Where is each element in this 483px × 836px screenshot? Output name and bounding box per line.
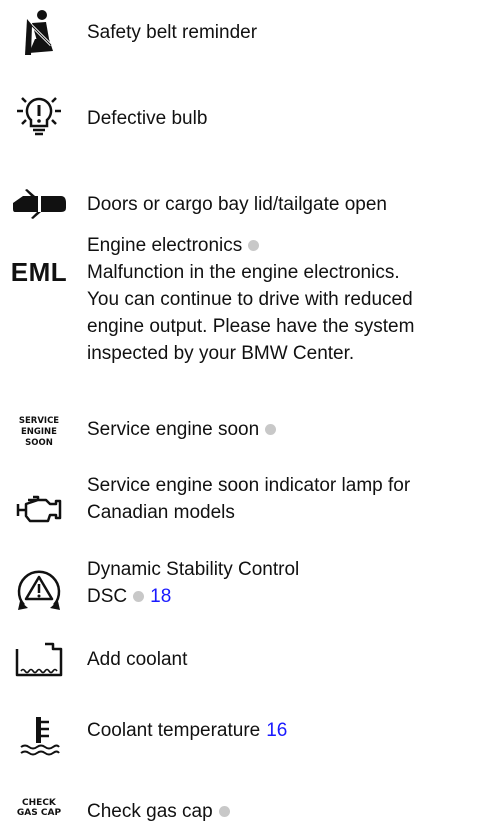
entry-title: Defective bulb (87, 108, 208, 129)
page-ref-link[interactable]: 16 (266, 720, 287, 741)
entry-text: Check gas cap (87, 798, 481, 825)
eml-icon: EML (10, 256, 68, 287)
info-dot (265, 424, 277, 435)
entry-text: Service engine soon indicator lamp for C… (87, 472, 481, 526)
entry-title: Dynamic Stability Control (87, 559, 300, 580)
coolant-temperature-icon (4, 708, 74, 764)
dsc-warning-icon (4, 562, 74, 618)
entry-text: Coolant temperature 16 (87, 717, 481, 744)
entry-title: Coolant temperature (87, 720, 261, 741)
entry-title: Service engine soon (87, 419, 260, 440)
door-open-icon (4, 176, 74, 232)
info-dot (248, 240, 260, 251)
entry-subtitle: DSC (87, 586, 128, 607)
entry-title: Add coolant (87, 649, 188, 670)
description-line: inspected by your BMW Center. (87, 343, 355, 364)
seatbelt-icon (4, 6, 74, 62)
description-line: engine output. Please have the system (87, 316, 415, 337)
engine-check-icon (4, 482, 74, 538)
entry-title: Check gas cap (87, 801, 213, 822)
defective-bulb-icon (4, 90, 74, 146)
coolant-reservoir-icon (4, 632, 74, 688)
page-ref-link[interactable]: 18 (150, 586, 171, 607)
entry-title: Safety belt reminder (87, 22, 258, 43)
entry-title: Engine electronics (87, 235, 243, 256)
service-engine-soon-icon: SERVICE ENGINE SOON (18, 415, 60, 448)
entry-title-line: Canadian models (87, 502, 235, 523)
entry-text: Engine electronics Malfunction in the en… (87, 232, 481, 367)
entry-text: Dynamic Stability Control DSC 18 (87, 556, 481, 610)
description-line: You can continue to drive with reduced (87, 289, 413, 310)
description-line: Malfunction in the engine electronics. (87, 262, 400, 283)
info-dot (133, 591, 145, 602)
info-dot (218, 806, 230, 817)
check-gas-cap-icon: CHECK GAS CAP (16, 798, 62, 818)
entry-title: Doors or cargo bay lid/tailgate open (87, 194, 387, 215)
entry-title-line: Service engine soon indicator lamp for (87, 475, 411, 496)
entry-text: Service engine soon (87, 416, 481, 443)
